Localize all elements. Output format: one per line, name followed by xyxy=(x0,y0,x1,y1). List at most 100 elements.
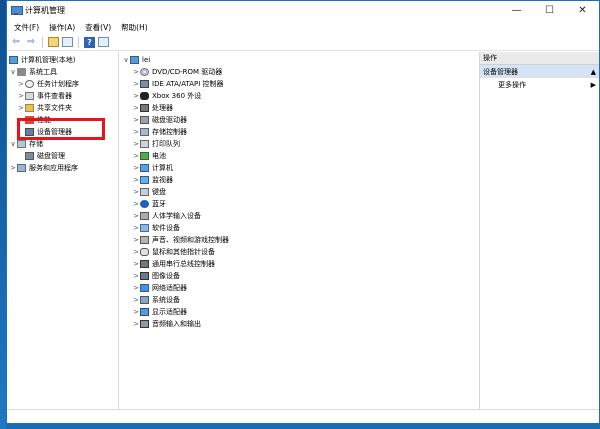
computer-icon xyxy=(9,56,18,64)
up-folder-icon[interactable] xyxy=(48,37,59,47)
tree-item-disk-management[interactable]: 磁盘管理 xyxy=(7,150,118,162)
mouse-icon xyxy=(140,248,149,256)
bluetooth-icon xyxy=(140,200,149,208)
device-category-row[interactable]: > 显示适配器 xyxy=(119,306,479,318)
expand-chevron-icon[interactable]: > xyxy=(132,284,140,292)
expand-chevron-icon[interactable]: > xyxy=(132,272,140,280)
device-category-row[interactable]: > 人体学输入设备 xyxy=(119,210,479,222)
expand-chevron-icon[interactable]: > xyxy=(17,92,25,100)
expand-chevron-icon[interactable]: > xyxy=(132,68,140,76)
device-category-row[interactable]: > 打印队列 xyxy=(119,138,479,150)
collapse-chevron-icon[interactable]: ∨ xyxy=(9,140,17,148)
device-category-row[interactable]: > 计算机 xyxy=(119,162,479,174)
expand-chevron-icon[interactable]: > xyxy=(132,164,140,172)
ide-controller-icon xyxy=(140,80,149,88)
storage-controller-icon xyxy=(140,128,149,136)
expand-chevron-icon[interactable]: > xyxy=(132,308,140,316)
device-category-row[interactable]: > 蓝牙 xyxy=(119,198,479,210)
expand-chevron-icon[interactable]: > xyxy=(132,236,140,244)
back-arrow-icon[interactable]: ⇦ xyxy=(10,36,22,48)
tree-item-task-scheduler[interactable]: > 任务计划程序 xyxy=(7,78,118,90)
minimize-button[interactable]: — xyxy=(500,1,533,20)
device-category-row[interactable]: > IDE ATA/ATAPI 控制器 xyxy=(119,78,479,90)
expand-chevron-icon[interactable]: > xyxy=(132,224,140,232)
device-category-row[interactable]: > 声音、视频和游戏控制器 xyxy=(119,234,479,246)
submenu-arrow-icon[interactable]: ▶ xyxy=(591,81,596,89)
menu-bar: 文件(F) 操作(A) 查看(V) 帮助(H) xyxy=(7,20,599,34)
expand-chevron-icon[interactable]: > xyxy=(132,80,140,88)
sound-icon xyxy=(140,236,149,244)
device-tree-root[interactable]: ∨ lei xyxy=(119,54,479,66)
menu-action[interactable]: 操作(A) xyxy=(44,22,80,33)
device-category-row[interactable]: > 系统设备 xyxy=(119,294,479,306)
forward-arrow-icon[interactable]: ⇨ xyxy=(25,36,37,48)
actions-section-label: 设备管理器 xyxy=(483,67,518,76)
tree-item-computer-management[interactable]: 计算机管理(本地) xyxy=(7,54,118,66)
device-category-label: 网络适配器 xyxy=(152,284,187,292)
device-category-row[interactable]: > 网络适配器 xyxy=(119,282,479,294)
close-button[interactable]: ✕ xyxy=(566,1,599,20)
device-category-row[interactable]: > 鼠标和其他指针设备 xyxy=(119,246,479,258)
expand-chevron-icon[interactable]: > xyxy=(132,212,140,220)
menu-file[interactable]: 文件(F) xyxy=(9,22,44,33)
expand-chevron-icon[interactable]: > xyxy=(132,320,140,328)
device-category-row[interactable]: > Xbox 360 外设 xyxy=(119,90,479,102)
expand-chevron-icon[interactable]: > xyxy=(132,92,140,100)
device-category-row[interactable]: > 图像设备 xyxy=(119,270,479,282)
device-category-row[interactable]: > 监视器 xyxy=(119,174,479,186)
expand-chevron-icon[interactable]: > xyxy=(132,188,140,196)
device-category-label: 人体学输入设备 xyxy=(152,212,201,220)
tree-item-system-tools[interactable]: ∨ 系统工具 xyxy=(7,66,118,78)
system-device-icon xyxy=(140,296,149,304)
more-actions-item[interactable]: 更多操作 ▶ xyxy=(480,78,599,92)
expand-chevron-icon[interactable]: > xyxy=(132,176,140,184)
device-category-label: 音频输入和输出 xyxy=(152,320,201,328)
properties-icon[interactable] xyxy=(98,37,109,47)
expand-chevron-icon[interactable]: > xyxy=(132,128,140,136)
device-category-row[interactable]: > 键盘 xyxy=(119,186,479,198)
expand-chevron-icon[interactable]: > xyxy=(132,152,140,160)
expand-chevron-icon[interactable]: > xyxy=(132,116,140,124)
collapse-arrow-icon[interactable]: ▲ xyxy=(591,68,596,76)
collapse-chevron-icon[interactable]: ∨ xyxy=(9,68,17,76)
device-category-row[interactable]: > DVD/CD-ROM 驱动器 xyxy=(119,66,479,78)
help-icon[interactable]: ? xyxy=(84,36,95,48)
hid-icon xyxy=(140,212,149,220)
expand-chevron-icon[interactable]: > xyxy=(132,140,140,148)
actions-section-device-manager[interactable]: 设备管理器 ▲ xyxy=(480,65,599,78)
device-category-row[interactable]: > 音频输入和输出 xyxy=(119,318,479,330)
expand-chevron-icon[interactable]: > xyxy=(132,248,140,256)
expand-chevron-icon[interactable]: > xyxy=(132,260,140,268)
title-bar[interactable]: 计算机管理 — ☐ ✕ xyxy=(7,1,599,20)
tree-item-label: 任务计划程序 xyxy=(37,80,79,88)
device-category-row[interactable]: > 电池 xyxy=(119,150,479,162)
device-category-row[interactable]: > 存储控制器 xyxy=(119,126,479,138)
device-category-label: Xbox 360 外设 xyxy=(152,92,202,100)
device-category-row[interactable]: > 磁盘驱动器 xyxy=(119,114,479,126)
expand-chevron-icon[interactable]: > xyxy=(132,296,140,304)
device-category-row[interactable]: > 处理器 xyxy=(119,102,479,114)
maximize-button[interactable]: ☐ xyxy=(533,1,566,20)
device-category-label: 声音、视频和游戏控制器 xyxy=(152,236,229,244)
menu-view[interactable]: 查看(V) xyxy=(80,22,116,33)
main-panes: 计算机管理(本地) ∨ 系统工具 > 任务计划程序 > 事件查看器 > 共享文件… xyxy=(7,52,599,410)
tree-item-services-applications[interactable]: > 服务和应用程序 xyxy=(7,162,118,174)
device-category-label: 蓝牙 xyxy=(152,200,166,208)
expand-chevron-icon[interactable]: > xyxy=(132,200,140,208)
device-category-label: 磁盘驱动器 xyxy=(152,116,187,124)
tree-item-shared-folders[interactable]: > 共享文件夹 xyxy=(7,102,118,114)
expand-chevron-icon[interactable]: > xyxy=(17,80,25,88)
expand-chevron-icon[interactable]: > xyxy=(17,104,25,112)
tree-item-event-viewer[interactable]: > 事件查看器 xyxy=(7,90,118,102)
device-category-row[interactable]: > 软件设备 xyxy=(119,222,479,234)
device-category-label: 打印队列 xyxy=(152,140,180,148)
expand-chevron-icon[interactable]: > xyxy=(132,104,140,112)
xbox-icon xyxy=(140,92,149,100)
collapse-chevron-icon[interactable]: ∨ xyxy=(122,56,130,64)
device-category-row[interactable]: > 通用串行总线控制器 xyxy=(119,258,479,270)
expand-chevron-icon[interactable]: > xyxy=(9,164,17,172)
battery-icon xyxy=(140,152,149,160)
menu-help[interactable]: 帮助(H) xyxy=(116,22,153,33)
device-category-label: DVD/CD-ROM 驱动器 xyxy=(152,68,223,76)
show-hide-tree-icon[interactable] xyxy=(62,37,73,47)
